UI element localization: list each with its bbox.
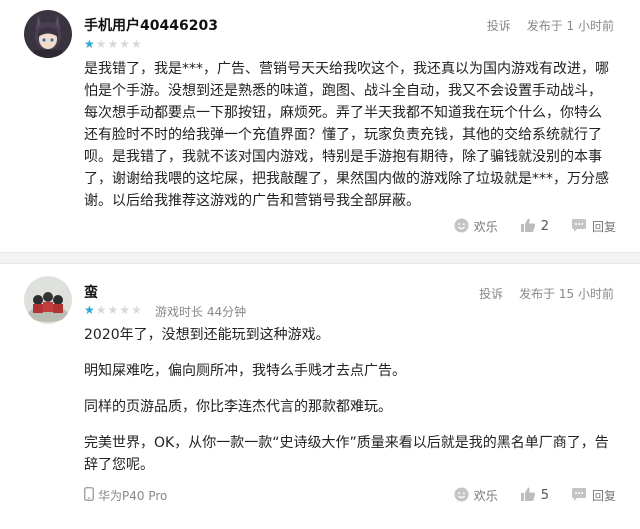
- review-meta: 投诉 发布于 15 小时前: [479, 285, 614, 302]
- user-avatar[interactable]: [24, 10, 72, 58]
- star-icon-empty: ★: [95, 303, 108, 317]
- happy-button[interactable]: 欢乐: [454, 217, 498, 236]
- star-icon-empty: ★: [119, 303, 132, 317]
- post-time: 发布于 15 小时前: [519, 287, 614, 301]
- star-rating: ★★★★★: [84, 303, 143, 317]
- username[interactable]: 手机用户40446203: [84, 15, 218, 35]
- device-info: 华为P40 Pro: [84, 487, 167, 504]
- comment-icon: [571, 218, 587, 236]
- thumbs-up-icon: [520, 486, 536, 505]
- review-meta: 投诉 发布于 1 小时前: [487, 17, 614, 34]
- smiley-icon: [454, 486, 469, 505]
- user-avatar[interactable]: [24, 276, 72, 324]
- reply-label: 回复: [591, 489, 616, 503]
- review-text: 明知屎难吃，偏向厕所冲，我特么手贱才去点广告。: [84, 363, 406, 379]
- smiley-icon: [454, 217, 469, 236]
- like-button[interactable]: 5: [520, 486, 549, 505]
- star-icon-empty: ★: [107, 303, 120, 317]
- review-actions: 欢乐 5 回复: [432, 486, 616, 505]
- review-text: 是我错了，我是***，广告、营销号天天给我吹这个，我还真以为国内游戏有改进，哪怕…: [84, 61, 609, 209]
- like-count: 5: [540, 488, 549, 503]
- phone-icon: [84, 487, 94, 504]
- username[interactable]: 蛮: [84, 282, 98, 302]
- star-icon-empty: ★: [131, 303, 143, 317]
- star-icon-empty: ★: [119, 37, 132, 51]
- star-icon-filled: ★: [84, 37, 96, 51]
- playtime: 游戏时长 44分钟: [155, 305, 247, 319]
- happy-button[interactable]: 欢乐: [454, 486, 498, 505]
- thumbs-up-icon: [520, 217, 536, 236]
- comment-icon: [571, 487, 587, 505]
- review-text: 2020年了，没想到还能玩到这种游戏。: [84, 327, 330, 343]
- star-icon-empty: ★: [107, 37, 120, 51]
- reply-label: 回复: [591, 220, 616, 234]
- review-text: 同样的页游品质，你比李连杰代言的那款都难玩。: [84, 399, 392, 415]
- reply-button[interactable]: 回复: [571, 218, 616, 236]
- report-button[interactable]: 投诉: [479, 287, 503, 301]
- star-icon-empty: ★: [95, 37, 108, 51]
- star-icon-filled: ★: [84, 303, 96, 317]
- report-button[interactable]: 投诉: [487, 19, 511, 33]
- happy-label: 欢乐: [473, 489, 498, 503]
- review-text: 完美世界，OK，从你一款一款“史诗级大作”质量来看以后就是我的黑名单厂商了，告辞…: [84, 435, 609, 473]
- post-time: 发布于 1 小时前: [526, 19, 614, 33]
- review-divider: [0, 252, 640, 264]
- review-actions: 欢乐 2 回复: [432, 217, 616, 236]
- reply-button[interactable]: 回复: [571, 487, 616, 505]
- device-name: 华为P40 Pro: [98, 489, 168, 503]
- happy-label: 欢乐: [473, 220, 498, 234]
- star-rating: ★★★★★: [84, 37, 143, 51]
- star-icon-empty: ★: [131, 37, 143, 51]
- like-count: 2: [540, 219, 549, 234]
- like-button[interactable]: 2: [520, 217, 549, 236]
